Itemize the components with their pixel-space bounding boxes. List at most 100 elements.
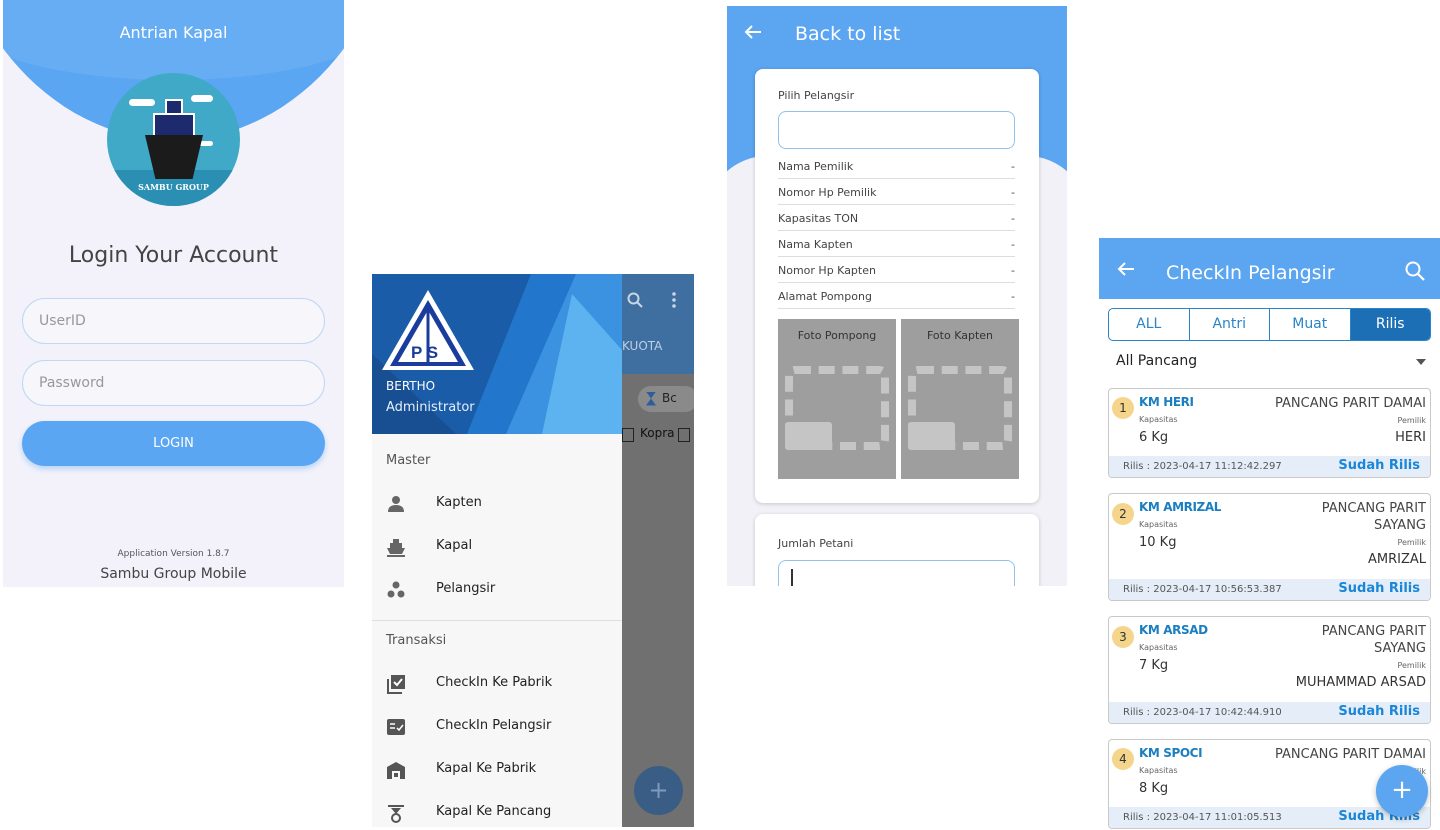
drawer-screen: KUOTA Bc Kopra + P S BERTHO Administrato… [372,274,694,827]
pancang-name: PANCANG PARIT DAMAI [1275,396,1426,411]
add-checkin-button[interactable]: + [1376,765,1428,817]
pilih-pelangsir-label: Pilih Pelangsir [778,89,855,102]
app-name: Sambu Group Mobile [100,566,247,582]
foto-pompong-picker[interactable]: Foto Pompong [778,319,896,479]
scale-icon [388,805,404,823]
pelangsir-select-input[interactable] [778,111,1015,149]
drawer-username: BERTHO [386,379,436,393]
drawer-item-pelangsir[interactable]: Pelangsir [372,570,622,610]
section-transaksi: Transaksi [386,633,447,648]
kapasitas-value: 7 Kg [1139,658,1169,673]
jumlah-petani-input[interactable] [778,560,1015,586]
checklist-icon [387,675,405,694]
info-row: Kapasitas TON - [778,205,1015,231]
password-input[interactable] [22,360,325,406]
fact-check-icon [387,719,405,735]
pemilik-label: Pemilik [1397,416,1426,425]
back-arrow-icon[interactable] [1116,259,1136,284]
pemilik-label: Pemilik [1397,538,1426,547]
checkin-card[interactable]: 2 KM AMRIZAL Kapasitas 10 Kg PANCANG PAR… [1108,493,1431,601]
pancang-name: PANCANG PARIT SAYANG [1321,624,1426,656]
queue-number-badge: 3 [1112,626,1134,648]
info-key: Nama Pemilik [778,160,854,173]
info-value: - [1011,290,1015,303]
kapasitas-label: Kapasitas [1139,766,1178,775]
card-footer: Rilis : 2023-04-17 11:01:05.513 Sudah Ri… [1109,807,1430,828]
jumlah-petani-card: Jumlah Petani [755,514,1039,586]
info-key: Nama Kapten [778,238,853,251]
drawer-item-label: Kapal Ke Pancang [436,804,552,819]
drawer-item-label: Kapten [436,495,482,510]
ship-name: KM SPOCI [1139,746,1203,760]
drawer-item-kapal-ke-pabrik[interactable]: Kapal Ke Pabrik [372,750,622,790]
card-footer: Rilis : 2023-04-17 10:56:53.387 Sudah Ri… [1109,579,1430,600]
tab-antri[interactable]: Antri [1190,309,1270,340]
pancang-name: PANCANG PARIT DAMAI [1275,747,1426,762]
tab-all[interactable]: ALL [1109,309,1190,340]
pancang-name: PANCANG PARIT SAYANG [1321,501,1426,533]
person-icon [388,496,404,512]
form-screen: Back to list Pilih Pelangsir Nama Pemili… [727,6,1067,586]
app-title: Antrian Kapal [119,23,228,42]
pemilik-value: AMRIZAL [1367,552,1426,567]
queue-number-badge: 1 [1112,397,1134,419]
queue-number-badge: 2 [1112,503,1134,525]
section-master: Master [386,453,431,468]
foto-kapten-picker[interactable]: Foto Kapten [901,319,1019,479]
info-row: Alamat Pompong - [778,283,1015,309]
kapasitas-value: 6 Kg [1139,430,1169,445]
jumlah-petani-label: Jumlah Petani [778,537,854,550]
card-footer: Rilis : 2023-04-17 11:12:42.297 Sudah Ri… [1109,456,1430,477]
background-checkbox-label: Kopra [640,426,675,440]
info-value: - [1011,186,1015,199]
userid-input[interactable] [22,298,325,344]
drawer-item-label: Kapal Ke Pabrik [436,761,537,776]
background-chip: Bc [638,386,694,412]
checkin-appbar: CheckIn Pelangsir [1099,238,1440,299]
background-tab-kuota: KUOTA [622,339,663,353]
background-checkbox [622,428,634,442]
tab-rilis[interactable]: Rilis [1350,309,1430,340]
drawer-item-checkin-pelangsir[interactable]: CheckIn Pelangsir [372,707,622,747]
rilis-timestamp: Rilis : 2023-04-17 10:56:53.387 [1123,584,1282,595]
drawer-item-label: CheckIn Ke Pabrik [436,675,553,690]
ps-logo: P S [382,290,474,370]
search-icon[interactable] [1404,260,1426,282]
info-key: Kapasitas TON [778,212,859,225]
drawer-item-checkin-ke-pabrik[interactable]: CheckIn Ke Pabrik [372,664,622,704]
kapasitas-value: 8 Kg [1139,781,1169,796]
drawer-item-kapten[interactable]: Kapten [372,484,622,524]
back-to-list-title[interactable]: Back to list [795,23,900,45]
hourglass-icon [646,391,656,406]
drawer-role: Administrator [386,400,475,415]
drawer-item-kapal[interactable]: Kapal [372,527,622,567]
kapasitas-label: Kapasitas [1139,415,1178,424]
login-screen: Antrian Kapal SAMBU GROUP Login Your Acc… [3,0,344,587]
login-button[interactable]: LOGIN [22,421,325,466]
checkin-card[interactable]: 1 KM HERI Kapasitas 6 Kg PANCANG PARIT D… [1108,388,1431,478]
queue-number-badge: 4 [1112,748,1134,770]
checkin-card[interactable]: 3 KM ARSAD Kapasitas 7 Kg PANCANG PARIT … [1108,616,1431,724]
warehouse-icon [387,762,405,779]
chip-label: Bc [662,391,677,405]
kapasitas-label: Kapasitas [1139,643,1178,652]
info-row: Nomor Hp Pemilik - [778,179,1015,205]
rilis-timestamp: Rilis : 2023-04-17 11:12:42.297 [1123,461,1282,472]
rilis-timestamp: Rilis : 2023-04-17 10:42:44.910 [1123,707,1282,718]
pemilik-value: HERI [1395,430,1426,445]
navigation-drawer: P S BERTHO Administrator Master Kapten K… [372,274,622,827]
background-checkbox [678,428,690,442]
drawer-item-kapal-ke-pancang[interactable]: Kapal Ke Pancang [372,793,622,827]
status-badge: Sudah Rilis [1338,704,1420,719]
info-value: - [1011,264,1015,277]
rilis-timestamp: Rilis : 2023-04-17 11:01:05.513 [1123,812,1282,823]
logo-brand-text: SAMBU GROUP [138,182,209,192]
login-headline: Login Your Account [68,243,279,268]
background-add-button: + [634,766,683,815]
drawer-item-label: Pelangsir [436,581,496,596]
pancang-filter-dropdown[interactable]: All Pancang [1116,353,1426,369]
tab-muat[interactable]: Muat [1270,309,1351,340]
pemilik-value: MUHAMMAD ARSAD [1295,675,1426,690]
ship-name: KM AMRIZAL [1139,500,1221,514]
back-arrow-icon[interactable] [743,22,763,47]
